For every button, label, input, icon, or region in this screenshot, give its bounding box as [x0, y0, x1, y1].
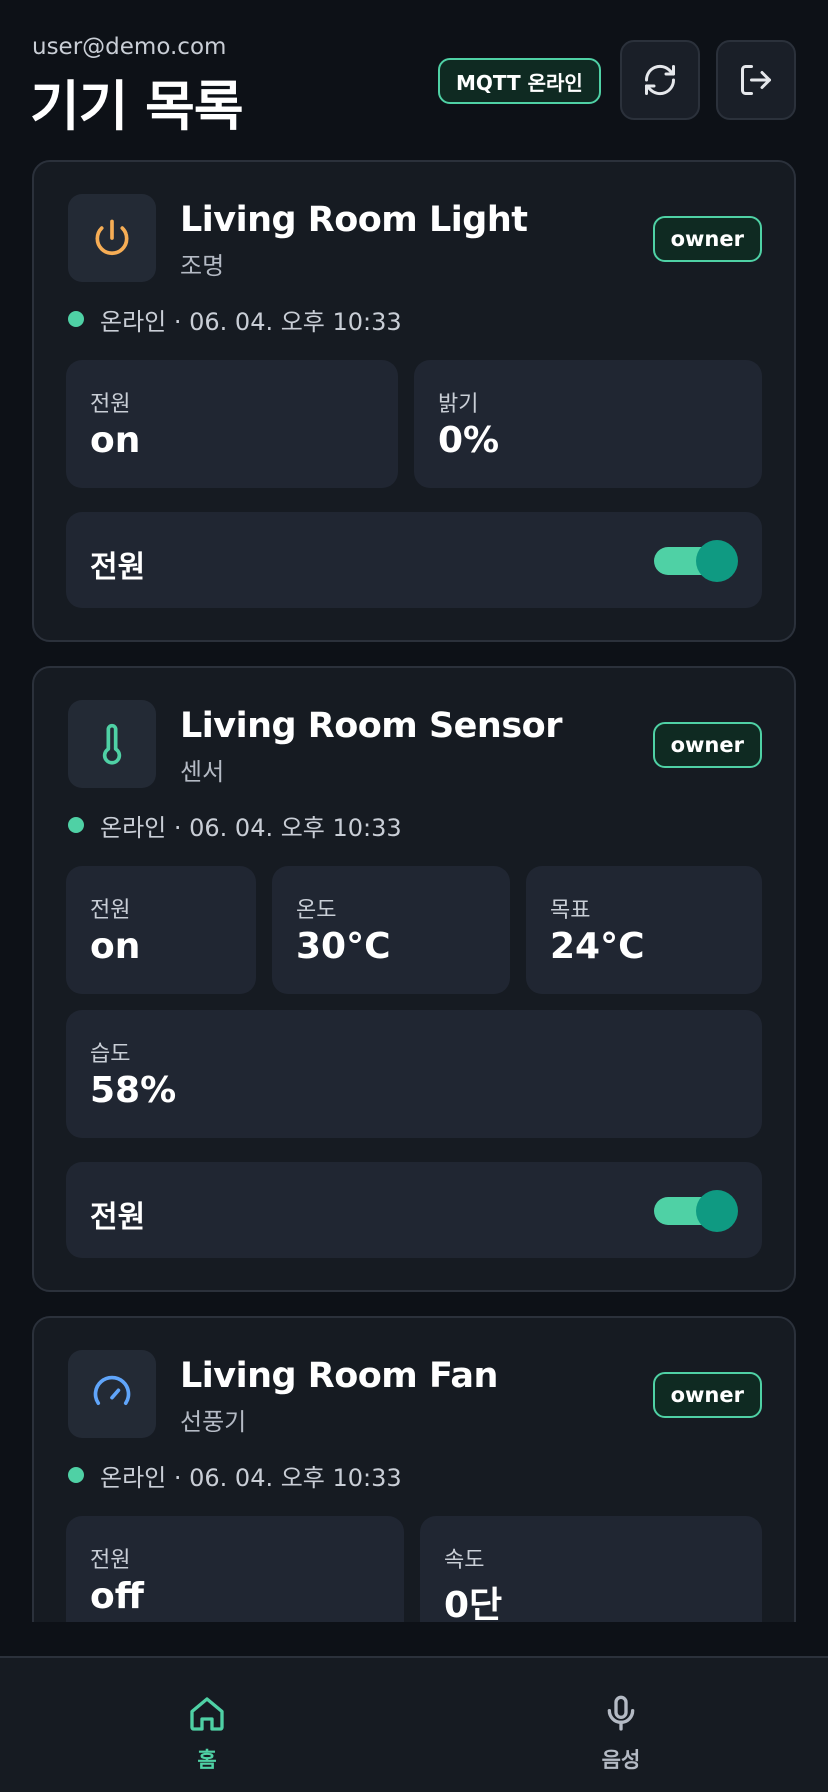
toggle-label: 전원: [90, 550, 146, 585]
power-toggle-row: 전원: [66, 1162, 762, 1258]
device-type: 선풍기: [180, 1408, 247, 1436]
metric-label: 전원: [90, 898, 131, 923]
nav-item-home[interactable]: 홈: [0, 1658, 414, 1792]
microphone-icon: [607, 1695, 635, 1731]
metric-power: 전원 on: [66, 360, 398, 488]
refresh-icon: [644, 64, 676, 96]
toggle-label: 전원: [90, 1200, 146, 1235]
online-dot: [68, 311, 84, 327]
gauge-icon: [93, 1375, 131, 1405]
metric-target: 목표 24°C: [526, 866, 762, 994]
power-toggle-row: 전원: [66, 512, 762, 608]
mqtt-status-badge: MQTT 온라인: [438, 58, 601, 104]
device-icon-tile: [68, 1350, 156, 1438]
metric-label: 전원: [90, 392, 131, 417]
metric-value: off: [90, 1576, 144, 1617]
device-type: 센서: [180, 758, 225, 786]
device-icon-tile: [68, 194, 156, 282]
metric-value: 0단: [444, 1585, 503, 1622]
device-status: 온라인 · 06. 04. 오후 10:33: [68, 1460, 402, 1492]
device-list[interactable]: Living Room Light 조명 owner 온라인 · 06. 04.…: [0, 160, 828, 1622]
device-card-fan: Living Room Fan 선풍기 owner 온라인 · 06. 04. …: [32, 1316, 796, 1622]
nav-label: 홈: [197, 1748, 217, 1772]
metric-label: 밝기: [438, 392, 479, 417]
logout-icon: [741, 65, 771, 95]
metric-speed: 속도 0단: [420, 1516, 762, 1622]
role-badge: owner: [652, 722, 762, 768]
status-text: 온라인 · 06. 04. 오후 10:33: [100, 813, 402, 842]
metric-label: 온도: [296, 898, 337, 923]
device-name: Living Room Sensor: [180, 706, 562, 746]
role-badge: owner: [652, 1372, 762, 1418]
metric-power: 전원 on: [66, 866, 256, 994]
metric-value: 58%: [90, 1070, 177, 1111]
device-icon-tile: [68, 700, 156, 788]
metric-label: 목표: [550, 898, 591, 923]
app-root: user@demo.com 기기 목록 MQTT 온라인 Living Room…: [0, 0, 828, 1792]
online-dot: [68, 1467, 84, 1483]
metric-value: 24°C: [550, 926, 645, 967]
device-name: Living Room Light: [180, 200, 528, 240]
metric-power: 전원 off: [66, 1516, 404, 1622]
status-text: 온라인 · 06. 04. 오후 10:33: [100, 307, 402, 336]
refresh-button[interactable]: [620, 40, 700, 120]
bottom-nav: 홈 음성: [0, 1656, 828, 1792]
online-dot: [68, 817, 84, 833]
metric-brightness: 밝기 0%: [414, 360, 762, 488]
thermometer-icon: [102, 723, 122, 765]
user-email: user@demo.com: [32, 34, 227, 60]
header: user@demo.com 기기 목록 MQTT 온라인: [0, 0, 828, 160]
device-card-sensor: Living Room Sensor 센서 owner 온라인 · 06. 04…: [32, 666, 796, 1292]
page-title: 기기 목록: [30, 75, 244, 138]
device-card-light: Living Room Light 조명 owner 온라인 · 06. 04.…: [32, 160, 796, 642]
device-type: 조명: [180, 252, 225, 280]
metric-value: on: [90, 926, 141, 967]
metric-label: 속도: [444, 1548, 485, 1573]
nav-item-voice[interactable]: 음성: [414, 1658, 828, 1792]
metric-value: 0%: [438, 420, 500, 461]
metric-humidity: 습도 58%: [66, 1010, 762, 1138]
metric-temperature: 온도 30°C: [272, 866, 510, 994]
power-icon: [95, 219, 129, 256]
metric-value: on: [90, 420, 141, 461]
power-toggle[interactable]: [654, 1190, 738, 1232]
toggle-knob: [696, 540, 738, 582]
logout-button[interactable]: [716, 40, 796, 120]
status-text: 온라인 · 06. 04. 오후 10:33: [100, 1463, 402, 1492]
power-toggle[interactable]: [654, 540, 738, 582]
metric-label: 전원: [90, 1548, 131, 1573]
toggle-knob: [696, 1190, 738, 1232]
role-badge: owner: [652, 216, 762, 262]
home-icon: [190, 1697, 224, 1731]
device-status: 온라인 · 06. 04. 오후 10:33: [68, 304, 402, 336]
metric-value: 30°C: [296, 926, 391, 967]
device-status: 온라인 · 06. 04. 오후 10:33: [68, 810, 402, 842]
nav-label: 음성: [601, 1748, 641, 1772]
device-name: Living Room Fan: [180, 1356, 498, 1396]
metric-label: 습도: [90, 1042, 131, 1067]
